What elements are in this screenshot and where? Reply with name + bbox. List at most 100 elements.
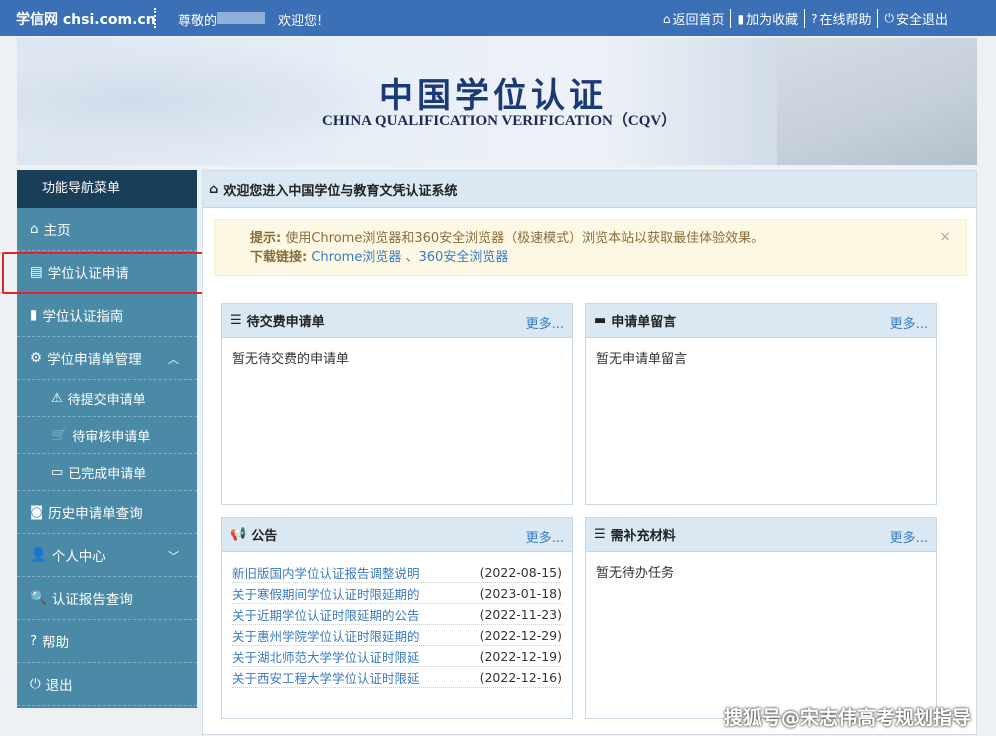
chevron-down-icon: ﹀	[168, 550, 179, 563]
pending-payment-panel: ☰ 待交费申请单 更多... 暂无待交费的申请单	[221, 303, 573, 505]
world-map-image	[17, 38, 397, 165]
home-icon: ⌂	[209, 181, 219, 197]
divider	[154, 8, 156, 28]
sidebar-item-label: 待提交申请单	[67, 392, 146, 408]
help-link-label: 在线帮助	[819, 13, 872, 28]
home-link[interactable]: ⌂ 返回首页	[662, 9, 725, 29]
announcement-link[interactable]: 关于近期学位认证时限延期的公告	[232, 605, 420, 624]
announcement-list-wrap: 新旧版国内学位认证报告调整说明 (2022-08-15) 关于寒假期间学位认证时限…	[222, 552, 572, 698]
bookmark-icon: ▮	[737, 11, 745, 26]
announcement-date: (2022-12-19)	[479, 648, 562, 664]
list-item: 关于湖北师范大学学位认证时限延 (2022-12-19)	[232, 646, 562, 667]
sidebar-item-label: 学位申请单管理	[47, 352, 142, 368]
more-link[interactable]: 更多...	[526, 527, 564, 546]
list-item: 关于西安工程大学学位认证时限延 (2022-12-16)	[232, 667, 562, 688]
link-separator: 、	[405, 250, 419, 265]
chevron-up-icon: ︿	[168, 353, 179, 366]
question-icon: ?	[811, 11, 818, 26]
bookmark-icon: ▮	[30, 307, 38, 323]
sidebar-item-label: 个人中心	[51, 549, 106, 565]
cart-icon: 🛒	[51, 427, 68, 443]
sidebar-item-home[interactable]: ⌂ 主页	[17, 208, 197, 251]
panel-empty-text: 暂无待交费的申请单	[232, 352, 350, 367]
gear-icon: ⚙	[30, 350, 43, 366]
chrome-download-link[interactable]: Chrome浏览器	[311, 250, 401, 265]
sidebar-item-label: 已完成申请单	[68, 466, 147, 482]
user-icon: 👤	[30, 547, 47, 563]
panel-empty-text: 暂无申请单留言	[596, 352, 688, 367]
list-icon: ☰	[594, 527, 606, 542]
panel-header: ☰ 需补充材料 更多...	[586, 518, 936, 552]
sidebar-item-logout[interactable]: ⏻ 退出	[17, 663, 197, 706]
sidebar-item-history[interactable]: ◙ 历史申请单查询	[17, 491, 197, 534]
announcement-link[interactable]: 新旧版国内学位认证报告调整说明	[232, 563, 420, 582]
power-icon: ⏻	[30, 676, 41, 692]
sidebar-item-label: 帮助	[42, 635, 70, 651]
power-icon: ⏻	[884, 11, 894, 25]
megaphone-icon: 📢	[230, 527, 247, 542]
highlight-box	[2, 252, 208, 294]
announcement-date: (2022-11-23)	[479, 606, 562, 622]
announcement-date: (2022-08-15)	[479, 564, 562, 580]
browser-notice: 提示: 使用Chrome浏览器和360安全浏览器（极速模式）浏览本站以获取最佳体…	[214, 219, 967, 276]
home-icon: ⌂	[662, 11, 671, 26]
sidebar-item-label: 历史申请单查询	[48, 506, 143, 522]
messages-panel: ▬ 申请单留言 更多... 暂无申请单留言	[585, 303, 937, 505]
sidebar-item-label: 待审核申请单	[72, 429, 151, 445]
banner: 中国学位认证 CHINA QUALIFICATION VERIFICATION（…	[17, 38, 977, 165]
comment-icon: ▬	[594, 313, 607, 328]
question-icon: ?	[30, 633, 38, 649]
sidebar-item-report-query[interactable]: 🔍 认证报告查询	[17, 577, 197, 620]
sidebar-item-guide[interactable]: ▮ 学位认证指南	[17, 294, 197, 337]
bookmark-link-label: 加为收藏	[746, 13, 799, 28]
more-link[interactable]: 更多...	[890, 527, 928, 546]
panel-title: 需补充材料	[610, 529, 676, 544]
announcement-link[interactable]: 关于西安工程大学学位认证时限延	[232, 668, 420, 687]
announcements-panel: 📢 公告 更多... 新旧版国内学位认证报告调整说明 (2022-08-15) 关于寒…	[221, 517, 573, 719]
bookmark-link[interactable]: ▮ 加为收藏	[730, 9, 798, 28]
supplement-panel: ☰ 需补充材料 更多... 暂无待办任务	[585, 517, 937, 719]
home-link-label: 返回首页	[672, 13, 725, 28]
announcement-link[interactable]: 关于湖北师范大学学位认证时限延	[232, 647, 420, 666]
panel-header: ▬ 申请单留言 更多...	[586, 304, 936, 338]
panel-header: 📢 公告 更多...	[222, 518, 572, 552]
camera-icon: ◙	[30, 504, 44, 520]
sidebar-item-application-management[interactable]: ⚙ 学位申请单管理 ︿	[17, 337, 197, 380]
list-item: 关于寒假期间学位认证时限延期的 (2023-01-18)	[232, 583, 562, 604]
main-header: ⌂ 欢迎您进入中国学位与教育文凭认证系统	[203, 171, 976, 208]
announcement-list: 新旧版国内学位认证报告调整说明 (2022-08-15) 关于寒假期间学位认证时限…	[232, 562, 562, 688]
tip-text: 使用Chrome浏览器和360安全浏览器（极速模式）浏览本站以获取最佳体验效果。	[285, 231, 765, 246]
list-item: 关于惠州学院学位认证时限延期的 (2022-12-29)	[232, 625, 562, 646]
logout-link[interactable]: ⏻ 安全退出	[877, 9, 948, 28]
more-link[interactable]: 更多...	[526, 313, 564, 332]
panel-empty-text: 暂无待办任务	[596, 566, 675, 581]
sidebar-subitem-pending-submit[interactable]: ⚠ 待提交申请单	[17, 380, 197, 417]
sidebar-item-profile[interactable]: 👤 个人中心 ﹀	[17, 534, 197, 577]
360-download-link[interactable]: 360安全浏览器	[419, 250, 509, 265]
briefcase-icon: ▭	[51, 464, 64, 480]
announcement-link[interactable]: 关于惠州学院学位认证时限延期的	[232, 626, 420, 645]
help-link[interactable]: ? 在线帮助	[804, 9, 871, 28]
panel-title: 公告	[251, 529, 278, 544]
watermark-text: 搜狐号@宋志伟高考规划指导	[724, 707, 972, 729]
blurred-username	[217, 12, 265, 24]
sidebar-subitem-pending-review[interactable]: 🛒 待审核申请单	[17, 417, 197, 454]
more-link[interactable]: 更多...	[890, 313, 928, 332]
banner-photo	[777, 38, 977, 165]
site-brand[interactable]: 学信网 chsi.com.cn	[16, 9, 156, 29]
panel-header: ☰ 待交费申请单 更多...	[222, 304, 572, 338]
panel-title: 待交费申请单	[246, 315, 325, 330]
announcement-link[interactable]: 关于寒假期间学位认证时限延期的	[232, 584, 420, 603]
sidebar-subitem-completed[interactable]: ▭ 已完成申请单	[17, 454, 197, 491]
warning-icon: ⚠	[51, 390, 63, 406]
sidebar-item-help[interactable]: ? 帮助	[17, 620, 197, 663]
sidebar-item-label: 学位认证指南	[42, 309, 124, 325]
logout-link-label: 安全退出	[895, 13, 948, 28]
welcome-text: 欢迎您!	[278, 14, 323, 29]
top-bar: 学信网 chsi.com.cn 尊敬的 欢迎您! ⌂ 返回首页 ▮ 加为收藏 ? 在线…	[0, 0, 996, 36]
close-icon[interactable]: ×	[939, 228, 951, 247]
home-icon: ⌂	[30, 221, 39, 237]
main-content: ⌂ 欢迎您进入中国学位与教育文凭认证系统 提示: 使用Chrome浏览器和360安…	[202, 170, 977, 735]
search-icon: 🔍	[30, 590, 47, 606]
panel-title: 申请单留言	[611, 315, 677, 330]
